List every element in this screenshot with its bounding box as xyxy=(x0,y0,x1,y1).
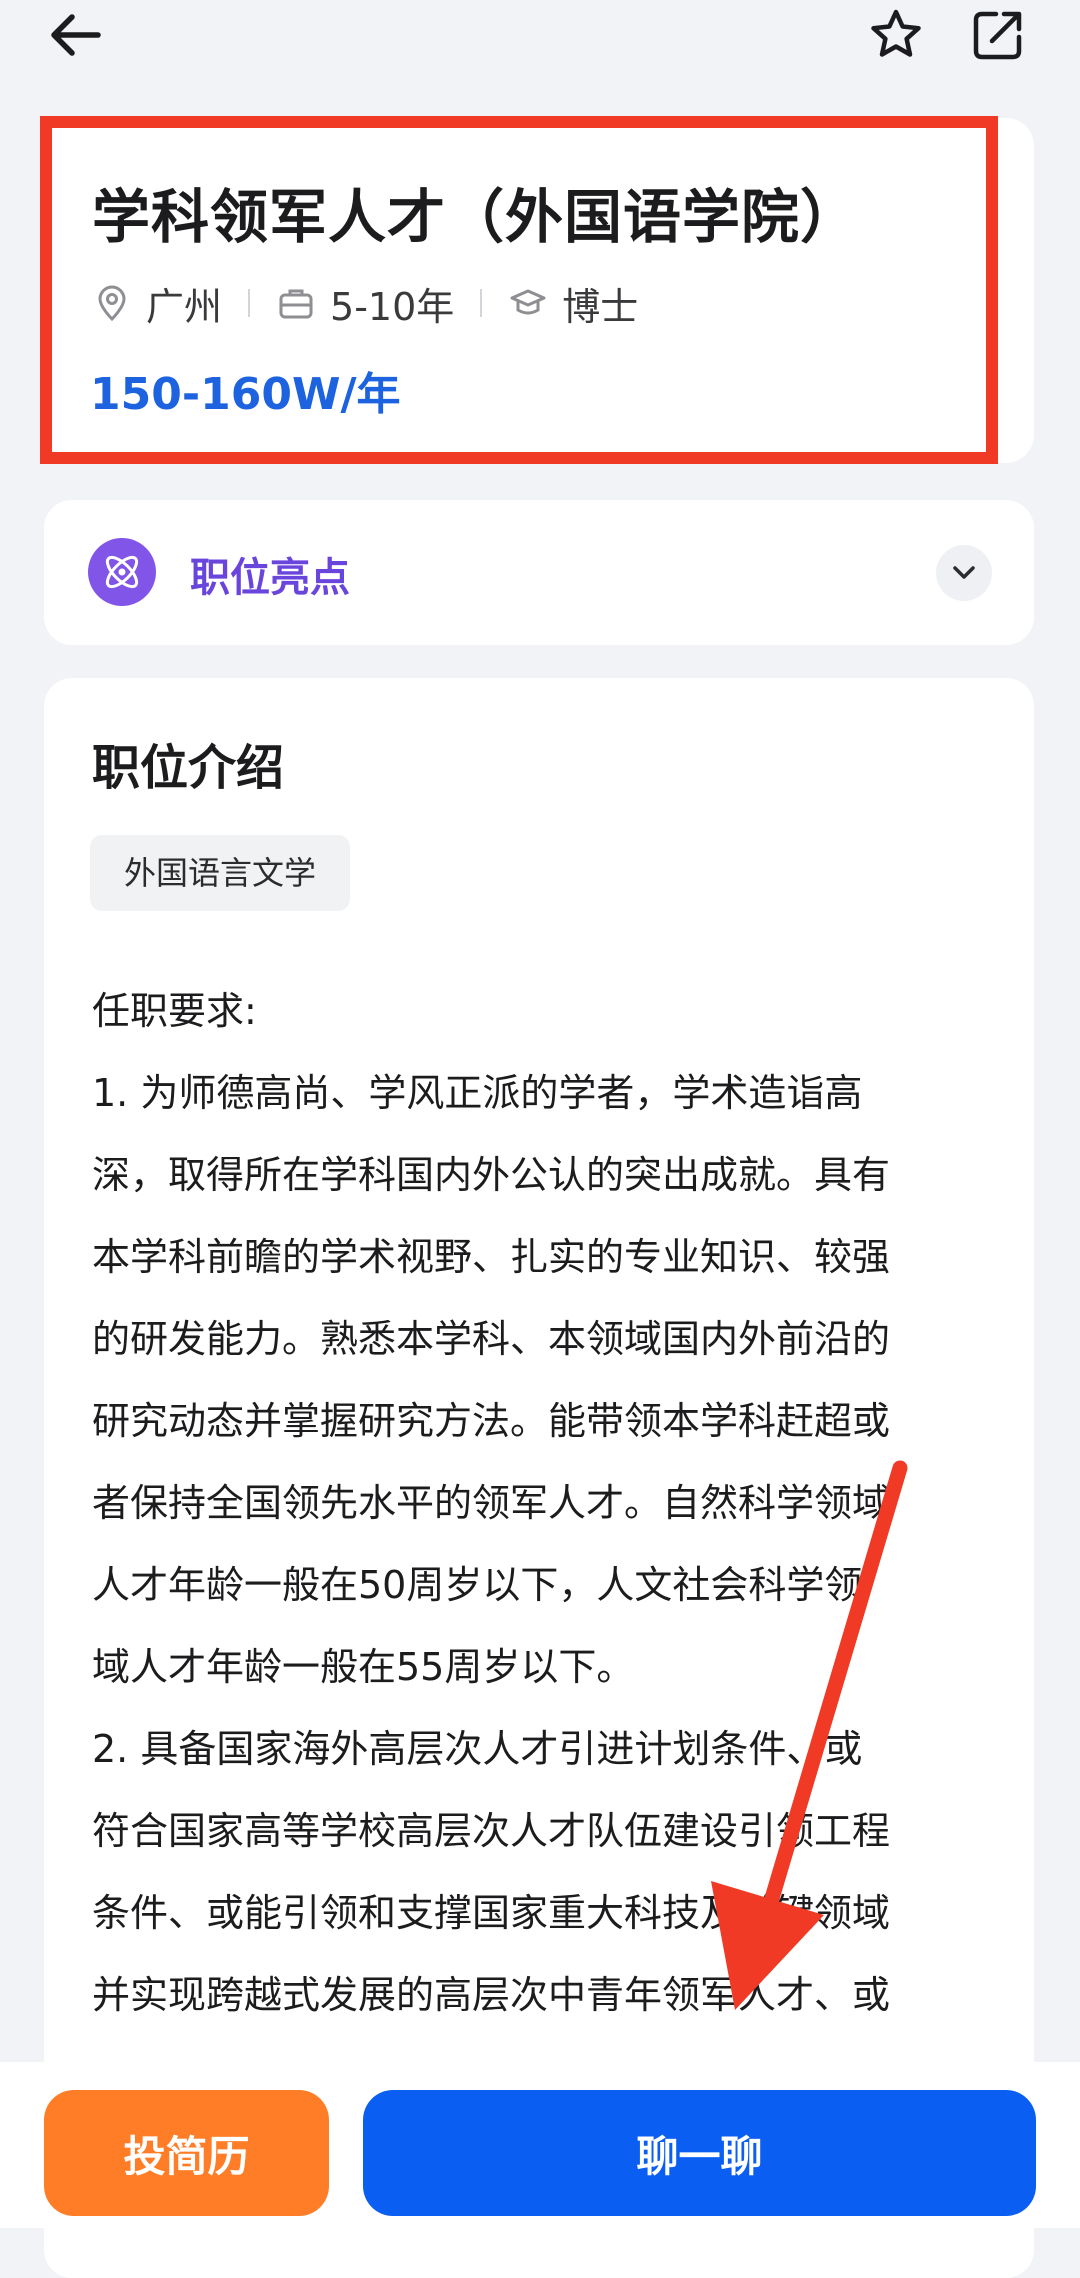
description-line: 任职要求: xyxy=(92,989,257,1033)
job-meta: 广州 5-10年 博士 xyxy=(92,278,639,329)
description-line: 1. 为师德高尚、学风正派的学者，学术造诣高 xyxy=(92,1071,863,1115)
description-line: 条件、或能引领和支撑国家重大科技及关键领域 xyxy=(92,1891,891,1935)
graduation-cap-icon xyxy=(508,283,548,323)
job-description-text: 任职要求: 1. 为师德高尚、学风正派的学者，学术造诣高 深，取得所在学科国内外… xyxy=(92,970,1002,2036)
description-line: 符合国家高等学校高层次人才队伍建设引领工程 xyxy=(92,1809,891,1853)
description-line: 者保持全国领先水平的领军人才。自然科学领域 xyxy=(92,1481,891,1525)
description-line: 的研发能力。熟悉本学科、本领域国内外前沿的 xyxy=(92,1317,891,1361)
job-location: 广州 xyxy=(146,284,223,329)
favorite-button[interactable] xyxy=(856,0,936,70)
submit-resume-button[interactable]: 投简历 xyxy=(44,2090,329,2216)
description-line: 域人才年龄一般在55周岁以下。 xyxy=(92,1645,635,1689)
divider xyxy=(248,289,251,317)
job-education: 博士 xyxy=(562,284,639,329)
description-line: 人才年龄一般在50周岁以下，人文社会科学领 xyxy=(92,1563,863,1607)
description-line: 并实现跨越式发展的高层次中青年领军人才、或 xyxy=(92,1973,891,2017)
job-salary: 150-160W/年 xyxy=(90,369,401,420)
description-line: 研究动态并掌握研究方法。能带领本学科赶超或 xyxy=(92,1399,891,1443)
divider xyxy=(480,289,483,317)
chevron-down-icon xyxy=(953,566,975,579)
location-pin-icon xyxy=(92,283,132,323)
description-line: 本学科前瞻的学术视野、扎实的专业知识、较强 xyxy=(92,1235,891,1279)
discipline-tag: 外国语言文学 xyxy=(90,835,351,911)
chat-button[interactable]: 聊一聊 xyxy=(363,2090,1036,2216)
section-title: 职位介绍 xyxy=(92,740,285,796)
highlights-label: 职位亮点 xyxy=(190,555,350,601)
star-icon xyxy=(871,9,921,57)
description-line: 2. 具备国家海外高层次人才引进计划条件、或 xyxy=(92,1727,863,1771)
back-arrow-icon xyxy=(51,14,101,56)
job-experience: 5-10年 xyxy=(330,284,455,329)
description-line: 深，取得所在学科国内外公认的突出成就。具有 xyxy=(92,1153,891,1197)
atom-icon xyxy=(88,538,156,606)
job-title: 学科领军人才（外国语学院） xyxy=(92,183,860,251)
share-icon xyxy=(973,11,1022,60)
share-button[interactable] xyxy=(958,0,1038,70)
back-button[interactable] xyxy=(35,0,115,70)
expand-highlights-button[interactable] xyxy=(936,545,992,601)
briefcase-icon xyxy=(276,283,316,323)
top-bar xyxy=(0,0,1080,110)
